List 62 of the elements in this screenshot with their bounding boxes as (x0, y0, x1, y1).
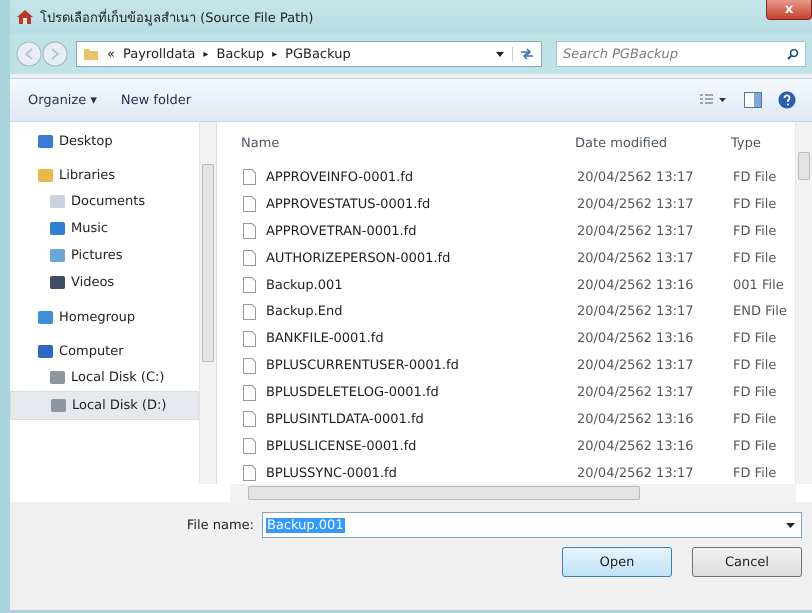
sidebar-item[interactable]: Videos (10, 269, 199, 296)
file-icon (243, 169, 256, 186)
sidebar-item[interactable]: Local Disk (D:) (10, 391, 199, 420)
search-icon[interactable] (787, 48, 799, 60)
breadcrumb-separator: ▸ (203, 48, 208, 60)
file-icon (243, 411, 256, 428)
view-options-icon[interactable] (700, 94, 728, 106)
column-header[interactable]: Type (731, 136, 791, 150)
file-row[interactable]: AUTHORIZEPERSON-0001.fd 20/04/2562 13:17 FD File (217, 244, 795, 272)
sidebar-item[interactable]: Local Disk (C:) (10, 364, 199, 391)
file-row[interactable]: BPLUSCURRENTUSER-0001.fd 20/04/2562 13:17 FD File (217, 352, 795, 380)
refresh-icon[interactable] (512, 47, 535, 61)
file-row[interactable]: BPLUSLICENSE-0001.fd 20/04/2562 13:16 FD File (217, 432, 795, 460)
file-icon (243, 438, 256, 454)
file-icon (243, 330, 256, 347)
file-icon (243, 196, 256, 212)
column-header[interactable]: Name (241, 136, 575, 150)
file-icon (243, 250, 256, 266)
file-row[interactable]: APPROVEINFO-0001.fd 20/04/2562 13:17 FD File (217, 164, 795, 191)
dropdown-icon[interactable] (496, 52, 504, 56)
breadcrumb-separator: ▸ (272, 48, 278, 60)
file-row[interactable]: Backup.End 20/04/2562 13:17 END File (217, 298, 795, 326)
file-row[interactable]: BPLUSDELETELOG-0001.fd 20/04/2562 13:17 FD File (217, 379, 795, 406)
file-icon (243, 384, 256, 401)
breadcrumb-item[interactable]: Payrolldata (122, 46, 196, 62)
open-button[interactable]: Open (562, 547, 672, 577)
file-row[interactable]: Backup.001 20/04/2562 13:16 001 File (217, 272, 795, 298)
new-folder-button[interactable]: New folder (116, 90, 196, 110)
file-icon (243, 358, 256, 374)
help-icon[interactable] (778, 91, 796, 109)
file-row[interactable]: BPLUSSYNC-0001.fd 20/04/2562 13:17 FD File (217, 460, 795, 487)
file-row[interactable]: APPROVESTATUS-0001.fd 20/04/2562 13:17 FD File (217, 190, 795, 218)
dropdown-icon[interactable] (786, 522, 795, 528)
file-icon (243, 223, 256, 240)
sidebar-item[interactable]: Homegroup (10, 304, 199, 330)
file-icon (243, 465, 256, 482)
sidebar-item[interactable]: Pictures (10, 242, 199, 269)
window-title: โปรดเลือกที่เก็บข้อมูลสำเนา (Source File Path) (40, 8, 315, 28)
horizontal-scrollbar[interactable] (230, 484, 796, 502)
column-header[interactable]: Date modified (575, 136, 731, 150)
house-icon (16, 9, 34, 25)
sidebar-item[interactable]: Documents (10, 188, 199, 215)
breadcrumb-item[interactable]: Backup (216, 46, 264, 62)
file-row[interactable]: BPLUSINTLDATA-0001.fd 20/04/2562 13:16 FD File (217, 406, 795, 433)
scrollbar[interactable] (199, 122, 216, 484)
sidebar-item[interactable]: Desktop (10, 128, 199, 154)
sidebar-item[interactable]: Computer (10, 338, 199, 364)
address-bar[interactable]: « Payrolldata ▸ Backup ▸ PGBackup (76, 41, 542, 67)
cancel-button[interactable]: Cancel (692, 547, 802, 577)
sidebar-item[interactable]: Libraries (10, 162, 199, 188)
search-field[interactable]: Search PGBackup (556, 41, 806, 67)
file-icon (243, 304, 256, 320)
organize-menu[interactable]: Organize ▾ (24, 90, 101, 110)
file-icon (243, 277, 256, 293)
file-row[interactable]: APPROVETRAN-0001.fd 20/04/2562 13:17 FD File (217, 218, 795, 245)
scrollbar[interactable] (795, 122, 812, 484)
preview-pane-icon[interactable] (744, 92, 762, 108)
file-row[interactable]: BANKFILE-0001.fd 20/04/2562 13:16 FD File (217, 325, 795, 352)
breadcrumb-item[interactable]: PGBackup (285, 46, 351, 62)
sidebar-item[interactable]: Music (10, 215, 199, 242)
file-name-label: File name: (186, 518, 254, 532)
overflow-chevron[interactable]: « (107, 46, 115, 62)
